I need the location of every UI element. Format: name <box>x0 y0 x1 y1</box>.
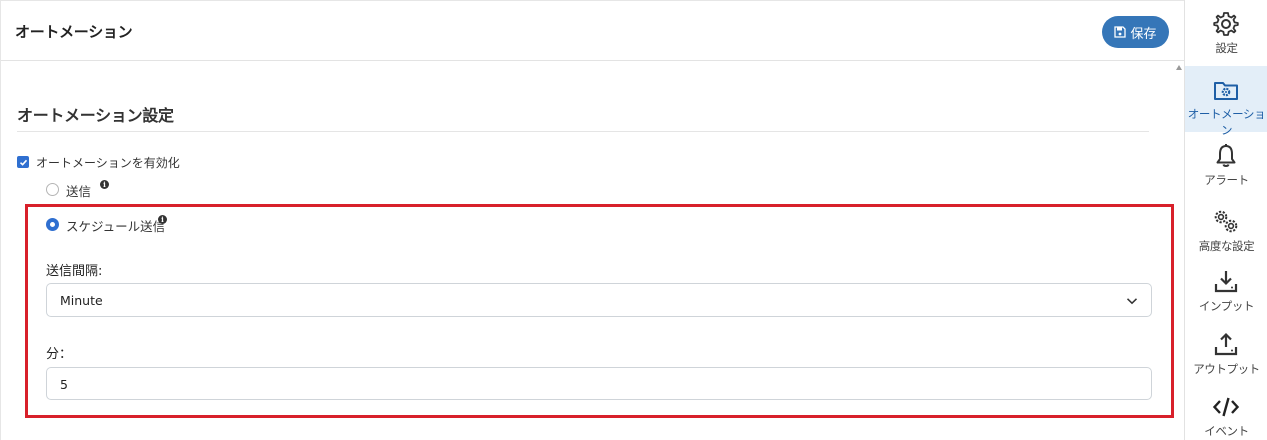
bell-icon <box>1216 144 1236 167</box>
sidebar-item-label: アウトプット <box>1193 362 1260 376</box>
upload-icon <box>1214 332 1238 356</box>
save-button-label: 保存 <box>1130 26 1157 42</box>
info-icon[interactable]: i <box>100 180 109 189</box>
sidebar-item-label: 高度な設定 <box>1198 239 1255 253</box>
sidebar-item-alerts[interactable]: アラート <box>1185 132 1267 198</box>
floppy-disk-icon <box>1114 26 1127 38</box>
enable-automation-label[interactable]: オートメーションを有効化 <box>36 154 180 171</box>
sidebar-item-settings[interactable]: 設定 <box>1185 0 1267 66</box>
sidebar-item-label: イベント <box>1204 424 1249 438</box>
interval-select-value: Minute <box>60 293 103 308</box>
section-title: オートメーション設定 <box>17 106 174 125</box>
minutes-label: 分： <box>46 347 73 362</box>
radio-scheduled-send[interactable] <box>46 218 59 231</box>
main-panel: オートメーション 保存 オートメーション設定 オートメーションを有効化 送信 i… <box>0 0 1185 440</box>
radio-scheduled-send-label[interactable]: スケジュール送信 <box>66 216 165 235</box>
info-icon[interactable]: i <box>158 215 167 224</box>
download-icon <box>1214 271 1238 293</box>
sidebar-item-label: アラート <box>1204 173 1249 187</box>
sidebar-item-label: 設定 <box>1215 41 1238 55</box>
sidebar-item-output[interactable]: アウトプット <box>1185 321 1267 387</box>
interval-label: 送信間隔: <box>46 264 103 279</box>
save-button[interactable]: 保存 <box>1102 16 1169 48</box>
folder-gear-icon <box>1214 82 1238 100</box>
minutes-input[interactable]: 5 <box>46 367 1152 400</box>
code-icon <box>1212 397 1240 417</box>
gear-icon <box>1213 12 1239 36</box>
chevron-down-icon <box>1126 298 1138 305</box>
header: オートメーション 保存 <box>1 0 1185 61</box>
sidebar-item-advanced-settings[interactable]: 高度な設定 <box>1185 198 1267 264</box>
radio-send-label[interactable]: 送信 <box>66 181 91 200</box>
right-sidebar: 設定 オートメーション アラート 高度な設定 インプット アウトプット イベント <box>1184 0 1267 440</box>
scroll-up-arrow[interactable] <box>1176 65 1182 70</box>
page-title: オートメーション <box>15 23 133 41</box>
sidebar-item-input[interactable]: インプット <box>1185 258 1267 324</box>
sidebar-item-automation[interactable]: オートメーション <box>1185 66 1267 137</box>
checkmark-icon <box>19 159 27 166</box>
interval-select[interactable]: Minute <box>46 283 1152 317</box>
divider <box>17 131 1149 132</box>
sidebar-item-events[interactable]: イベント <box>1185 383 1267 440</box>
sidebar-item-label: インプット <box>1198 299 1255 313</box>
gears-icon <box>1214 210 1238 233</box>
radio-send[interactable] <box>46 183 59 196</box>
minutes-input-value: 5 <box>60 377 68 392</box>
enable-automation-checkbox[interactable] <box>17 156 29 168</box>
